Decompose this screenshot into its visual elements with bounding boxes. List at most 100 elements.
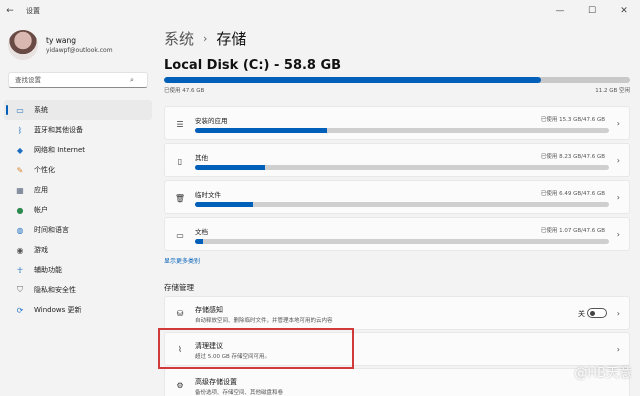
sidebar-item-time-language[interactable]: ◍ 时间和语言: [4, 220, 152, 240]
gear-icon: ⚙: [176, 380, 184, 390]
shield-icon: ⛉: [17, 285, 23, 294]
storage-sense-row[interactable]: ⛁ 存储感知 自动释放空间、删除临时文件，并管理本地可用的云内容 关 ›: [164, 296, 630, 330]
window-controls: — ☐ ✕: [544, 0, 640, 22]
disk-title: Local Disk (C:) - 58.8 GB: [164, 58, 342, 73]
back-arrow-icon[interactable]: ←: [0, 0, 20, 22]
brush-icon: ✎: [16, 165, 24, 175]
highlight-box: [158, 328, 354, 369]
sidebar-item-label: 帐户: [34, 206, 48, 214]
toggle-label: 关: [578, 310, 585, 318]
gamepad-icon: ◉: [16, 245, 24, 255]
sidebar-item-label: 隐私和安全性: [34, 286, 76, 294]
page-title: 存储: [216, 30, 247, 48]
category-bar: [195, 202, 609, 207]
show-more-link[interactable]: 显示更多类别: [164, 256, 200, 265]
sidebar-item-network[interactable]: ◆ 网络和 Internet: [4, 140, 152, 160]
category-bar-fill: [195, 202, 253, 207]
person-icon: ●: [16, 205, 24, 215]
category-installed-apps[interactable]: ☰ 安装的应用 已使用 15.3 GB/47.6 GB ›: [164, 106, 630, 140]
sidebar: ty wang yidawpf@outlook.com ⌕ ▭ 系统 ᛒ 蓝牙和…: [0, 22, 156, 396]
sidebar-item-bluetooth[interactable]: ᛒ 蓝牙和其他设备: [4, 120, 152, 140]
user-email: yidawpf@outlook.com: [46, 47, 113, 54]
category-usage: 已使用 1.07 GB/47.6 GB: [540, 228, 605, 234]
search-icon[interactable]: ⌕: [130, 76, 134, 85]
category-bar-fill: [195, 165, 266, 170]
sidebar-item-label: 游戏: [34, 246, 48, 254]
category-name: 文档: [195, 228, 208, 236]
category-bar: [195, 165, 609, 170]
disk-usage-bar: [164, 77, 630, 83]
sidebar-item-label: 网络和 Internet: [34, 146, 86, 154]
category-usage: 已使用 15.3 GB/47.6 GB: [540, 117, 605, 123]
search-box[interactable]: ⌕: [8, 72, 148, 88]
sidebar-item-accessibility[interactable]: ☥ 辅助功能: [4, 260, 152, 280]
app-title: 设置: [26, 7, 40, 15]
sidebar-item-label: 应用: [34, 186, 48, 194]
chevron-right-icon: ›: [616, 345, 620, 354]
chevron-right-icon: ›: [616, 230, 620, 239]
category-bar: [195, 239, 609, 244]
search-input[interactable]: [15, 76, 130, 84]
chevron-right-icon: ›: [203, 32, 208, 45]
category-other[interactable]: ▯ 其他 已使用 8.23 GB/47.6 GB ›: [164, 143, 630, 177]
avatar: [8, 30, 38, 60]
section-title: 存储管理: [164, 283, 194, 292]
sidebar-item-gaming[interactable]: ◉ 游戏: [4, 240, 152, 260]
apps-icon: ▦: [16, 185, 24, 195]
category-name: 其他: [195, 154, 208, 162]
chevron-right-icon: ›: [616, 156, 620, 165]
category-usage: 已使用 8.23 GB/47.6 GB: [540, 154, 605, 160]
folder-icon: ▭: [176, 230, 184, 240]
sidebar-item-system[interactable]: ▭ 系统: [4, 100, 152, 120]
category-usage: 已使用 6.49 GB/47.6 GB: [540, 191, 605, 197]
category-name: 安装的应用: [195, 117, 228, 125]
chevron-right-icon: ›: [616, 119, 620, 128]
toggle-knob: [590, 310, 595, 316]
sidebar-item-label: 系统: [34, 106, 48, 114]
accessibility-icon: ☥: [17, 265, 23, 275]
bluetooth-icon: ᛒ: [17, 125, 23, 135]
row-title: 存储感知: [195, 306, 223, 314]
category-documents[interactable]: ▭ 文档 已使用 1.07 GB/47.6 GB ›: [164, 217, 630, 251]
sidebar-item-label: 辅助功能: [34, 266, 62, 274]
wifi-icon: ◆: [16, 145, 24, 155]
chevron-right-icon: ›: [616, 309, 620, 318]
advanced-storage-row[interactable]: ⚙ 高级存储设置 备份选项、存储空间、其他磁盘和卷: [164, 368, 630, 396]
maximize-icon[interactable]: ☐: [576, 0, 608, 22]
category-bar-fill: [195, 128, 328, 133]
watermark: @HB天意: [574, 366, 632, 381]
nav-list: ▭ 系统 ᛒ 蓝牙和其他设备 ◆ 网络和 Internet ✎ 个性化 ▦ 应用…: [4, 100, 152, 320]
disk-usage-fill: [164, 77, 542, 83]
close-icon[interactable]: ✕: [608, 0, 640, 22]
sidebar-item-label: 个性化: [34, 166, 55, 174]
minimize-icon[interactable]: —: [544, 0, 576, 22]
globe-clock-icon: ◍: [16, 225, 24, 235]
user-name: ty wang: [46, 36, 77, 45]
database-icon: ⛁: [176, 308, 184, 318]
trash-icon: 🗑: [174, 193, 186, 203]
user-profile[interactable]: ty wang yidawpf@outlook.com: [8, 30, 113, 60]
sidebar-item-privacy[interactable]: ⛉ 隐私和安全性: [4, 280, 152, 300]
category-temp-files[interactable]: 🗑 临时文件 已使用 6.49 GB/47.6 GB ›: [164, 180, 630, 214]
sidebar-item-apps[interactable]: ▦ 应用: [4, 180, 152, 200]
sidebar-item-personalization[interactable]: ✎ 个性化: [4, 160, 152, 180]
sidebar-item-label: Windows 更新: [34, 306, 82, 314]
row-description: 自动释放空间、删除临时文件，并管理本地可用的云内容: [195, 318, 333, 324]
row-title: 高级存储设置: [195, 378, 237, 386]
update-icon: ⟳: [16, 305, 24, 315]
category-bar: [195, 128, 609, 133]
storage-sense-toggle[interactable]: [587, 308, 607, 318]
disk-free-label: 11.2 GB 空闲: [595, 88, 630, 94]
breadcrumb-parent[interactable]: 系统: [164, 28, 194, 49]
chevron-right-icon: ›: [616, 193, 620, 202]
row-description: 备份选项、存储空间、其他磁盘和卷: [195, 390, 284, 396]
monitor-icon: ▭: [16, 105, 24, 115]
sidebar-item-label: 时间和语言: [34, 226, 69, 234]
list-icon: ☰: [176, 119, 184, 129]
other-files-icon: ▯: [177, 156, 183, 166]
breadcrumb: 系统 › 存储: [164, 28, 246, 49]
sidebar-item-label: 蓝牙和其他设备: [34, 126, 83, 134]
category-name: 临时文件: [195, 191, 221, 199]
sidebar-item-windows-update[interactable]: ⟳ Windows 更新: [4, 300, 152, 320]
sidebar-item-accounts[interactable]: ● 帐户: [4, 200, 152, 220]
